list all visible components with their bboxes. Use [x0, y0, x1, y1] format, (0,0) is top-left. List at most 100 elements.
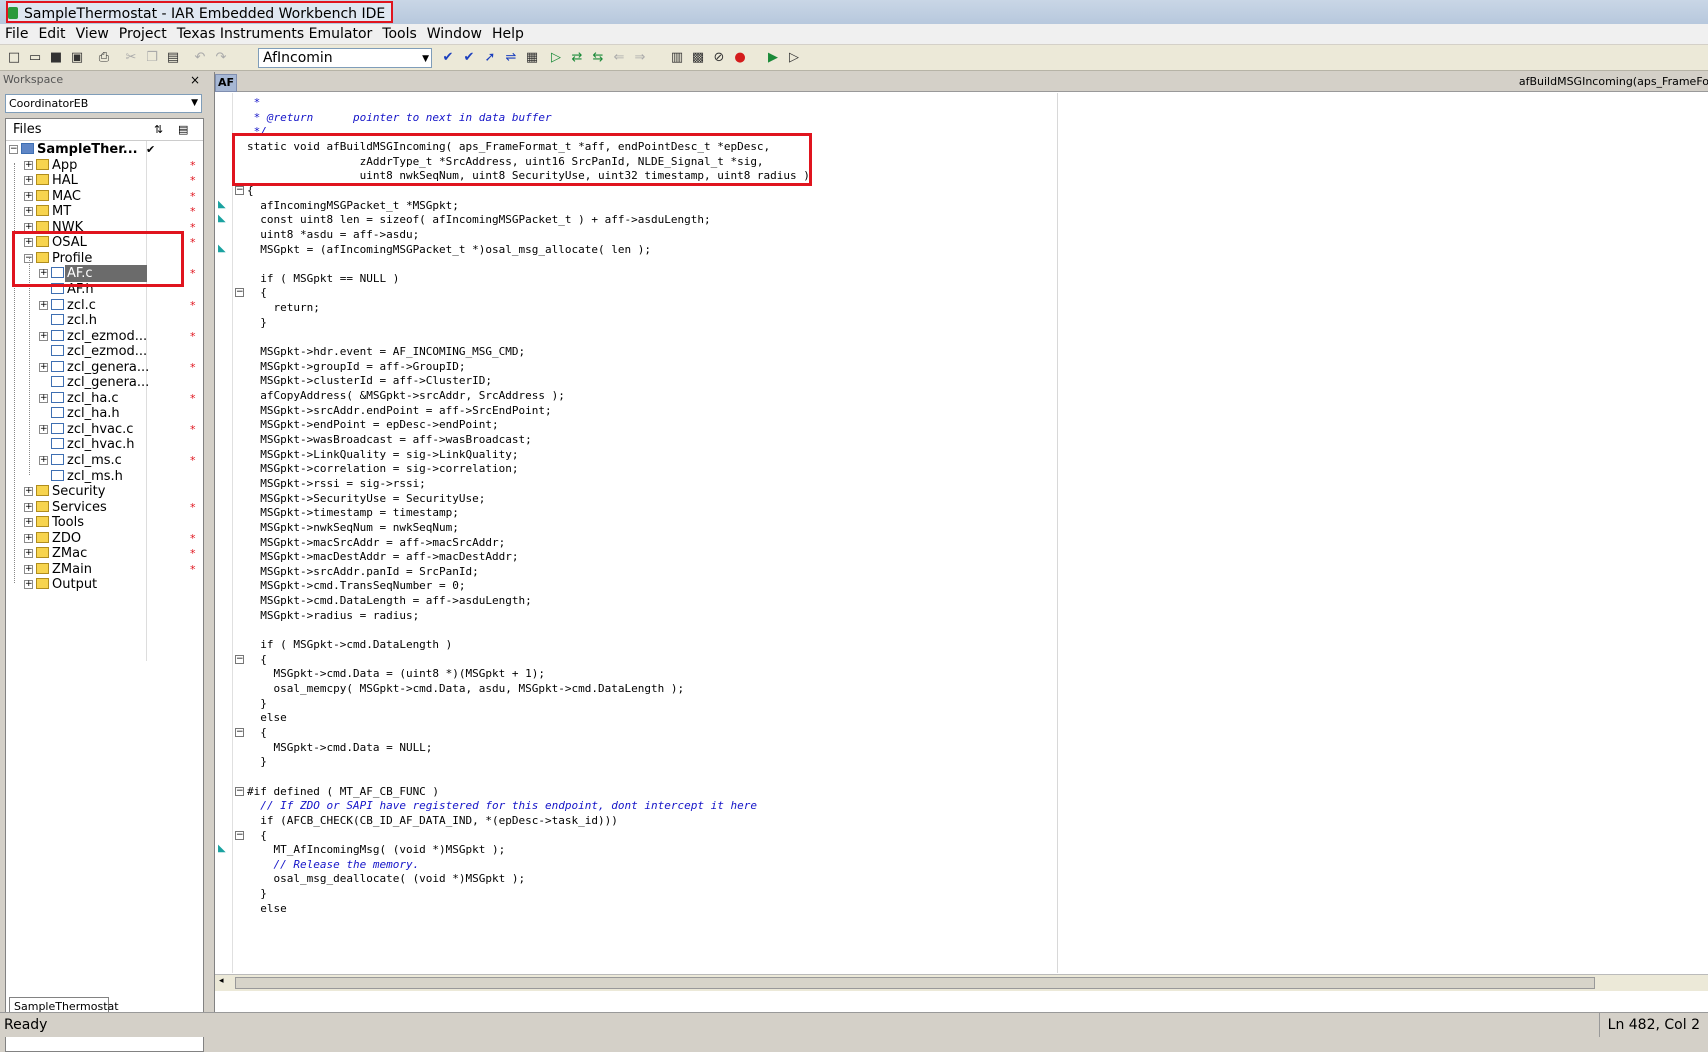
menu-tools[interactable]: Tools: [377, 24, 422, 44]
expand-icon[interactable]: +: [39, 424, 48, 434]
make-icon[interactable]: ▩: [690, 50, 706, 66]
menu-edit[interactable]: Edit: [33, 24, 70, 44]
tree-item[interactable]: + ZMac *: [6, 545, 203, 562]
scrollbar-thumb[interactable]: [235, 977, 1595, 989]
fold-toggle-icon[interactable]: −: [235, 185, 244, 195]
tree-item[interactable]: zcl_hvac.h: [6, 436, 203, 453]
tree-item[interactable]: zcl.h: [6, 312, 203, 329]
cut-icon[interactable]: ✂: [123, 50, 139, 66]
save-icon[interactable]: ■: [48, 50, 64, 66]
bookmark-icon[interactable]: ◣: [218, 214, 230, 224]
expand-icon[interactable]: +: [39, 456, 48, 465]
tree-item[interactable]: + App *: [6, 157, 203, 174]
tree-item[interactable]: zcl_ezmod...: [6, 343, 203, 360]
editor-gutter[interactable]: ◣ ◣ ◣ ◣: [215, 93, 233, 973]
breakpoint-icon[interactable]: ●: [732, 50, 748, 66]
replace-icon[interactable]: ⇌: [503, 50, 519, 66]
fold-toggle-icon[interactable]: −: [235, 786, 244, 796]
fold-toggle-icon[interactable]: −: [235, 830, 244, 840]
tree-item[interactable]: zcl_ha.h: [6, 405, 203, 422]
copy-icon[interactable]: ❐: [144, 50, 160, 66]
tree-item[interactable]: + MT *: [6, 203, 203, 220]
tree-item[interactable]: + zcl_ha.c *: [6, 390, 203, 407]
menu-ti-emulator[interactable]: Texas Instruments Emulator: [172, 24, 378, 44]
bookmark-icon[interactable]: ◣: [218, 243, 230, 254]
redo-icon[interactable]: ↷: [213, 50, 229, 66]
tree-item[interactable]: + ZMain *: [6, 561, 203, 578]
tree-item[interactable]: + Output: [6, 576, 203, 593]
tree-item[interactable]: zcl_ms.h: [6, 468, 203, 485]
compile-icon[interactable]: ▥: [669, 50, 685, 66]
tree-item[interactable]: + zcl_ezmod... *: [6, 328, 203, 345]
navigate-back-icon[interactable]: ⇐: [611, 50, 627, 66]
paste-icon[interactable]: ▤: [165, 50, 181, 66]
menu-window[interactable]: Window: [422, 24, 487, 44]
prev-bookmark-icon[interactable]: ⇆: [590, 50, 606, 66]
fold-toggle-icon[interactable]: −: [235, 654, 244, 664]
save-all-icon[interactable]: ▣: [69, 50, 85, 66]
expand-icon[interactable]: +: [24, 580, 33, 590]
bookmark-icon[interactable]: ◣: [218, 844, 230, 854]
expand-icon[interactable]: +: [24, 564, 33, 574]
new-file-icon[interactable]: □: [6, 50, 22, 66]
menu-help[interactable]: Help: [487, 24, 529, 44]
expand-icon[interactable]: +: [24, 176, 33, 186]
tree-item[interactable]: + zcl_ms.c *: [6, 452, 203, 469]
expand-icon[interactable]: +: [24, 533, 33, 543]
expand-icon[interactable]: +: [24, 487, 33, 497]
chevron-down-icon[interactable]: ▼: [422, 50, 429, 68]
stop-build-icon[interactable]: ⊘: [711, 50, 727, 66]
tree-item[interactable]: + Security: [6, 483, 203, 500]
tree-item[interactable]: zcl_genera...: [6, 374, 203, 391]
tab-af[interactable]: AF: [215, 74, 237, 92]
bookmark-icon[interactable]: ◣: [218, 199, 230, 210]
find-in-files-icon[interactable]: ➚: [482, 50, 498, 66]
function-navigator[interactable]: afBuildMSGIncoming(aps_FrameFo: [1519, 74, 1708, 90]
collapse-icon[interactable]: −: [9, 145, 18, 154]
tree-item[interactable]: + zcl_genera... *: [6, 359, 203, 376]
tree-item[interactable]: + zcl_hvac.c *: [6, 421, 203, 438]
expand-icon[interactable]: +: [24, 518, 33, 528]
download-debug-icon[interactable]: ▶: [765, 50, 781, 66]
print-icon[interactable]: ⎙: [96, 50, 112, 66]
horizontal-scrollbar[interactable]: ◂: [215, 974, 1708, 991]
next-bookmark-icon[interactable]: ⇄: [569, 50, 585, 66]
close-icon[interactable]: ×: [190, 72, 200, 88]
find-combo[interactable]: AfIncomin ▼: [258, 48, 432, 68]
menu-file[interactable]: File: [0, 24, 33, 44]
menu-project[interactable]: Project: [114, 24, 172, 44]
tree-item[interactable]: + MAC *: [6, 188, 203, 205]
tree-item[interactable]: + Tools: [6, 514, 203, 531]
chevron-down-icon[interactable]: ▼: [191, 95, 198, 112]
fold-toggle-icon[interactable]: −: [235, 727, 244, 737]
configuration-select[interactable]: CoordinatorEB ▼: [5, 94, 202, 113]
expand-icon[interactable]: +: [39, 362, 48, 372]
sort-icon[interactable]: ⇅: [154, 119, 163, 141]
find-next-icon[interactable]: ✔: [440, 50, 456, 66]
debug-without-download-icon[interactable]: ▷: [786, 50, 802, 66]
scroll-left-icon[interactable]: ◂: [219, 976, 224, 986]
find-previous-icon[interactable]: ✔: [461, 50, 477, 66]
tree-item[interactable]: + ZDO *: [6, 530, 203, 547]
menu-view[interactable]: View: [71, 24, 114, 44]
code-area[interactable]: * * @return pointer to next in data buff…: [247, 93, 1707, 973]
toggle-bookmark-icon[interactable]: ▷: [548, 50, 564, 66]
options-icon[interactable]: ▤: [178, 119, 188, 141]
tree-item[interactable]: + Services *: [6, 499, 203, 516]
expand-icon[interactable]: +: [24, 191, 33, 201]
expand-icon[interactable]: +: [24, 160, 33, 170]
open-folder-icon[interactable]: ▭: [27, 50, 43, 66]
expand-icon[interactable]: +: [39, 331, 48, 341]
expand-icon[interactable]: +: [39, 393, 48, 403]
navigate-forward-icon[interactable]: ⇒: [632, 50, 648, 66]
goto-icon[interactable]: ▦: [524, 50, 540, 66]
fold-toggle-icon[interactable]: −: [235, 288, 244, 298]
expand-icon[interactable]: +: [24, 549, 33, 559]
expand-icon[interactable]: +: [24, 207, 33, 217]
undo-icon[interactable]: ↶: [192, 50, 208, 66]
tree-item[interactable]: + zcl.c *: [6, 297, 203, 314]
expand-icon[interactable]: +: [24, 502, 33, 512]
expand-icon[interactable]: +: [39, 300, 48, 310]
tree-item[interactable]: − SampleTher... ✔: [6, 141, 203, 158]
tree-item[interactable]: + HAL *: [6, 172, 203, 189]
